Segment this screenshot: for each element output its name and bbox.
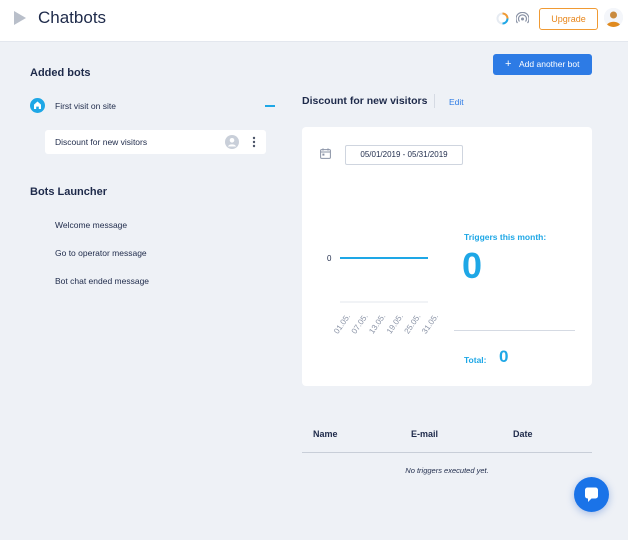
column-header-name[interactable]: Name [313,429,338,439]
x-tick-label: 01.05. [332,312,352,335]
add-another-bot-button[interactable]: + Add another bot [493,54,592,75]
collapse-icon[interactable] [265,105,275,107]
top-header: Chatbots Upgrade [0,0,628,42]
chat-icon [585,487,598,502]
table-header-divider [302,452,592,453]
play-icon[interactable] [14,11,26,25]
card-divider [454,330,575,331]
home-icon [30,98,45,113]
signal-icon[interactable] [516,12,529,25]
triggers-month-label: Triggers this month: [464,232,547,242]
bot-title: Discount for new visitors [302,95,428,107]
x-tick-label: 25.05. [402,312,422,335]
user-icon[interactable] [225,135,239,149]
bots-launcher-heading: Bots Launcher [30,186,108,198]
add-another-bot-label: Add another bot [519,59,580,69]
date-range-picker[interactable]: 05/01/2019 - 05/31/2019 [345,145,463,165]
added-bots-heading: Added bots [30,67,91,79]
launcher-item-operator[interactable]: Go to operator message [55,248,147,258]
plus-icon: + [505,58,512,70]
more-options-icon[interactable] [249,135,259,149]
launcher-item-chat-ended[interactable]: Bot chat ended message [55,276,149,286]
page-title: Chatbots [38,8,107,27]
calendar-icon[interactable] [320,148,331,159]
bot-item-label: Discount for new visitors [55,137,148,147]
x-tick-label: 13.05. [367,312,387,335]
triggers-chart: 0 01.05.07.05.13.05.19.05.25.05.31.05. [327,254,440,335]
spinner-icon[interactable] [496,12,509,25]
triggers-month-value: 0 [462,245,483,286]
total-value: 0 [499,347,509,366]
launcher-item-welcome[interactable]: Welcome message [55,220,127,230]
column-header-date[interactable]: Date [513,429,533,439]
bot-item-discount[interactable]: Discount for new visitors [45,130,266,154]
total-label: Total: [464,355,487,365]
column-header-email[interactable]: E-mail [411,429,438,439]
x-tick-label: 19.05. [385,312,405,335]
first-visit-trigger[interactable]: First visit on site [55,101,116,111]
x-tick-label: 07.05. [350,312,370,335]
avatar[interactable] [604,8,623,27]
y-tick-label: 0 [327,254,332,263]
stats-card: 05/01/2019 - 05/31/2019 0 01.05. 07.05. 13.… [302,127,592,386]
edit-link[interactable]: Edit [449,97,464,107]
chat-widget-button[interactable] [574,477,609,512]
empty-table-message: No triggers executed yet. [405,466,489,475]
x-tick-label: 31.05. [420,312,440,335]
upgrade-button[interactable]: Upgrade [539,8,598,30]
title-divider [434,94,435,108]
